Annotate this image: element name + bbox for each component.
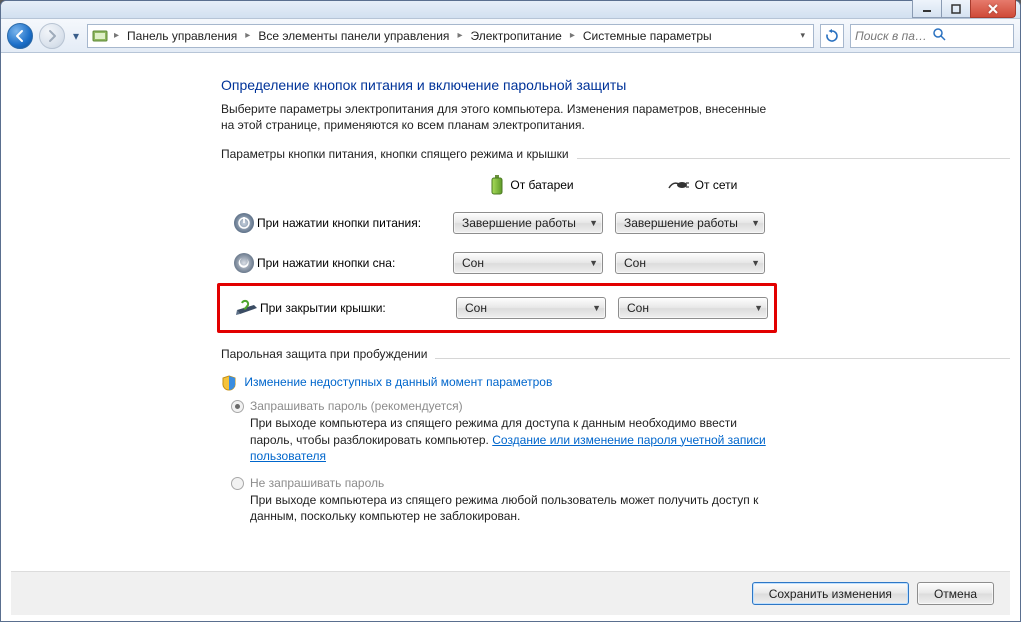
forward-button[interactable]: [39, 23, 65, 49]
dropdown-lid-battery[interactable]: Сон▼: [456, 297, 606, 319]
minimize-button[interactable]: [912, 0, 942, 18]
chevron-right-icon: ▸: [455, 30, 464, 41]
address-bar: ▾ ▸ Панель управления ▸ Все элементы пан…: [1, 19, 1020, 53]
chevron-down-icon: ▼: [589, 218, 598, 228]
breadcrumb-dropdown-icon[interactable]: ▾: [796, 30, 809, 41]
search-icon: [932, 27, 1009, 44]
dropdown-lid-ac[interactable]: Сон▼: [618, 297, 768, 319]
laptop-lid-icon: [234, 297, 260, 319]
change-unavailable-link[interactable]: Изменение недоступных в данный момент па…: [244, 376, 552, 390]
chevron-down-icon: ▼: [754, 303, 763, 313]
battery-icon: [490, 175, 504, 195]
dropdown-power-ac[interactable]: Завершение работы▼: [615, 212, 765, 234]
chevron-right-icon: ▸: [112, 30, 121, 41]
dropdown-power-battery[interactable]: Завершение работы▼: [453, 212, 603, 234]
chevron-down-icon: ▼: [589, 258, 598, 268]
plug-icon: [667, 178, 689, 192]
chevron-down-icon: ▼: [751, 258, 760, 268]
window: ▾ ▸ Панель управления ▸ Все элементы пан…: [0, 0, 1021, 622]
power-button-icon: [231, 212, 257, 234]
page-title: Определение кнопок питания и включение п…: [221, 77, 1010, 93]
cancel-button[interactable]: Отмена: [917, 582, 994, 605]
radio-require-password: [231, 400, 244, 413]
content: Определение кнопок питания и включение п…: [1, 53, 1020, 621]
group-title: Парольная защита при пробуждении: [221, 347, 427, 361]
radio-description: При выходе компьютера из спящего режима …: [250, 492, 770, 524]
row-power-button: При нажатии кнопки питания: Завершение р…: [221, 203, 1010, 243]
chevron-right-icon: ▸: [568, 30, 577, 41]
chevron-right-icon: ▸: [243, 30, 252, 41]
row-sleep-button: При нажатии кнопки сна: Сон▼ Сон▼: [221, 243, 1010, 283]
chevron-down-icon: ▼: [592, 303, 601, 313]
divider: [435, 358, 1010, 359]
refresh-button[interactable]: [820, 24, 844, 48]
breadcrumb-item[interactable]: Все элементы панели управления: [252, 25, 455, 47]
search-placeholder: Поиск в панели упра...: [855, 29, 932, 43]
column-header-ac: От сети: [623, 178, 781, 192]
close-button[interactable]: [970, 0, 1016, 18]
column-header-battery: От батареи: [453, 175, 611, 195]
shield-icon: [221, 375, 237, 391]
chevron-down-icon: ▼: [751, 218, 760, 228]
group-title: Параметры кнопки питания, кнопки спящего…: [221, 147, 569, 161]
nav-history-chevron-icon[interactable]: ▾: [71, 26, 81, 46]
breadcrumb[interactable]: ▸ Панель управления ▸ Все элементы панел…: [87, 24, 814, 48]
control-panel-icon: [92, 28, 108, 44]
dropdown-sleep-battery[interactable]: Сон▼: [453, 252, 603, 274]
breadcrumb-item[interactable]: Электропитание: [464, 25, 567, 47]
radio-no-password: [231, 477, 244, 490]
highlight-annotation: При закрытии крышки: Сон▼ Сон▼: [217, 283, 777, 333]
divider: [577, 158, 1010, 159]
breadcrumb-item[interactable]: Панель управления: [121, 25, 243, 47]
titlebar: [1, 1, 1020, 19]
row-label: При закрытии крышки:: [260, 301, 456, 315]
maximize-button[interactable]: [941, 0, 971, 18]
save-button[interactable]: Сохранить изменения: [752, 582, 909, 605]
radio-label: Запрашивать пароль (рекомендуется): [250, 399, 463, 413]
radio-description: При выходе компьютера из спящего режима …: [250, 415, 770, 464]
dropdown-sleep-ac[interactable]: Сон▼: [615, 252, 765, 274]
back-button[interactable]: [7, 23, 33, 49]
row-label: При нажатии кнопки сна:: [257, 256, 453, 270]
button-bar: Сохранить изменения Отмена: [11, 571, 1010, 615]
row-lid-close: При закрытии крышки: Сон▼ Сон▼: [220, 288, 770, 328]
page-description: Выберите параметры электропитания для эт…: [221, 101, 781, 133]
sleep-button-icon: [231, 252, 257, 274]
row-label: При нажатии кнопки питания:: [257, 216, 453, 230]
radio-label: Не запрашивать пароль: [250, 476, 384, 490]
breadcrumb-item[interactable]: Системные параметры: [577, 25, 718, 47]
search-input[interactable]: Поиск в панели упра...: [850, 24, 1014, 48]
